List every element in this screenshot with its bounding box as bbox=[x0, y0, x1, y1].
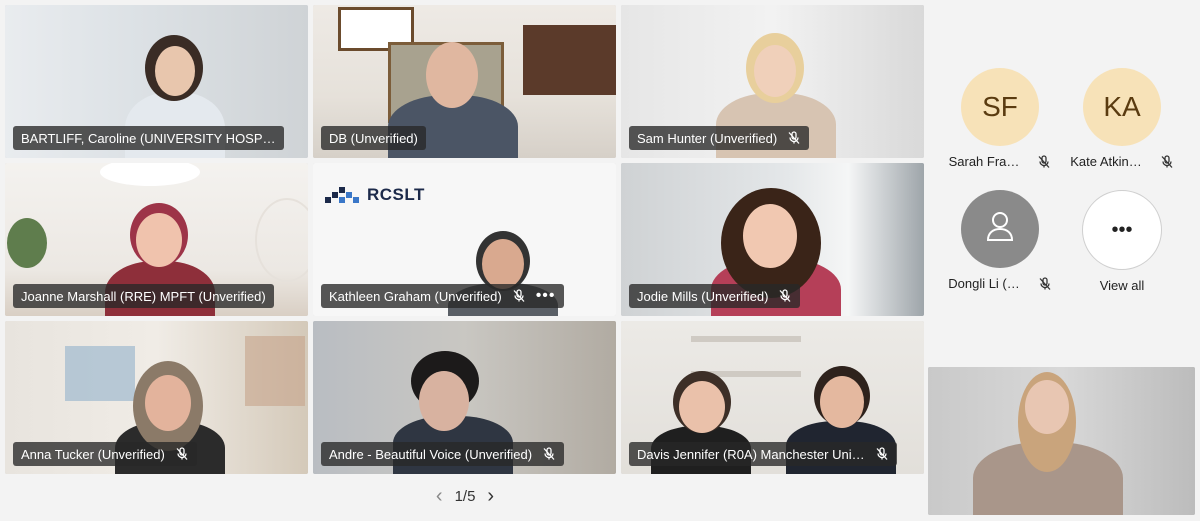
participant-avatar-kate[interactable]: KA Kate Atkin… bbox=[1062, 68, 1182, 169]
shelf bbox=[691, 336, 801, 342]
name-tag: Kathleen Graham (Unverified) ••• bbox=[321, 284, 564, 308]
more-icon: ••• bbox=[1082, 190, 1162, 270]
person-icon bbox=[983, 209, 1017, 250]
pagination: ‹ 1/5 › bbox=[425, 484, 505, 508]
prev-page-button[interactable]: ‹ bbox=[436, 486, 443, 506]
participant-name: Jodie Mills (Unverified) bbox=[637, 288, 769, 304]
name-tag: Jodie Mills (Unverified) bbox=[629, 284, 801, 308]
mic-muted-icon bbox=[542, 447, 556, 461]
mic-muted-icon bbox=[1160, 154, 1174, 169]
participant-name: Anna Tucker (Unverified) bbox=[21, 446, 165, 462]
mic-muted-icon bbox=[875, 447, 889, 461]
name-tag: BARTLIFF, Caroline (UNIVERSITY HOSP… bbox=[13, 126, 284, 150]
wall-picture bbox=[523, 25, 616, 95]
page-indicator: 1/5 bbox=[454, 487, 476, 505]
video-tile-caroline[interactable]: BARTLIFF, Caroline (UNIVERSITY HOSP… bbox=[5, 5, 308, 158]
mic-muted-icon bbox=[787, 131, 801, 145]
participant-name: DB (Unverified) bbox=[329, 130, 418, 146]
mic-muted-icon bbox=[1037, 154, 1051, 169]
video-tile-joanne-marshall[interactable]: Joanne Marshall (RRE) MPFT (Unverified) bbox=[5, 163, 308, 316]
wall-picture bbox=[245, 336, 305, 406]
video-tile-anna-tucker[interactable]: Anna Tucker (Unverified) bbox=[5, 321, 308, 474]
rcslt-logo-text: RCSLT bbox=[367, 185, 425, 204]
name-tag: DB (Unverified) bbox=[321, 126, 426, 150]
video-tile-davis-jennifer[interactable]: Davis Jennifer (R0A) Manchester Uni… bbox=[621, 321, 924, 474]
plant bbox=[7, 218, 47, 268]
self-view-video[interactable] bbox=[928, 367, 1195, 515]
name-tag: Andre - Beautiful Voice (Unverified) bbox=[321, 442, 565, 466]
wall-picture bbox=[65, 346, 135, 401]
name-tag: Joanne Marshall (RRE) MPFT (Unverified) bbox=[13, 284, 274, 308]
video-tile-sam-hunter[interactable]: Sam Hunter (Unverified) bbox=[621, 5, 924, 158]
avatar: SF bbox=[961, 68, 1039, 146]
participant-label: Kate Atkin… bbox=[1062, 154, 1182, 169]
mic-muted-icon bbox=[1038, 276, 1052, 291]
participant-name: Kathleen Graham (Unverified) bbox=[329, 288, 502, 304]
participant-name: Sam Hunter (Unverified) bbox=[637, 130, 778, 146]
next-page-button[interactable]: › bbox=[487, 486, 494, 506]
video-grid: BARTLIFF, Caroline (UNIVERSITY HOSP… DB … bbox=[5, 5, 924, 475]
rcslt-logo-mark bbox=[325, 187, 359, 203]
name-tag: Davis Jennifer (R0A) Manchester Uni… bbox=[629, 442, 897, 466]
participant-name: BARTLIFF, Caroline (UNIVERSITY HOSP… bbox=[21, 130, 276, 146]
avatar: KA bbox=[1083, 68, 1161, 146]
view-all-label: View all bbox=[1062, 278, 1182, 293]
video-tile-kathleen-graham[interactable]: RCSLT Kathleen Graham (Unverified) ••• bbox=[313, 163, 616, 316]
mic-muted-icon bbox=[512, 289, 526, 303]
participant-avatar-dongli[interactable]: Dongli Li (… bbox=[940, 190, 1060, 291]
more-options-icon[interactable]: ••• bbox=[536, 287, 556, 305]
participant-name: Joanne Marshall (RRE) MPFT (Unverified) bbox=[21, 288, 266, 304]
video-tile-db[interactable]: DB (Unverified) bbox=[313, 5, 616, 158]
mic-muted-icon bbox=[175, 447, 189, 461]
participant-avatar-sarah[interactable]: SF Sarah Fra… bbox=[940, 68, 1060, 169]
video-tile-andre[interactable]: Andre - Beautiful Voice (Unverified) bbox=[313, 321, 616, 474]
view-all-button[interactable]: ••• View all bbox=[1062, 190, 1182, 293]
name-tag: Anna Tucker (Unverified) bbox=[13, 442, 197, 466]
participant-label: Sarah Fra… bbox=[940, 154, 1060, 169]
mic-muted-icon bbox=[778, 289, 792, 303]
participant-name: Davis Jennifer (R0A) Manchester Uni… bbox=[637, 446, 865, 462]
rcslt-logo: RCSLT bbox=[325, 185, 425, 205]
participant-label: Dongli Li (… bbox=[940, 276, 1060, 291]
participant-name: Andre - Beautiful Voice (Unverified) bbox=[329, 446, 533, 462]
view-all-text: View all bbox=[1099, 278, 1145, 293]
participant-name: Sarah Fra… bbox=[948, 154, 1020, 169]
video-tile-jodie-mills[interactable]: Jodie Mills (Unverified) bbox=[621, 163, 924, 316]
participant-name: Dongli Li (… bbox=[948, 276, 1020, 291]
avatar bbox=[961, 190, 1039, 268]
participant-name: Kate Atkin… bbox=[1070, 154, 1142, 169]
name-tag: Sam Hunter (Unverified) bbox=[629, 126, 810, 150]
